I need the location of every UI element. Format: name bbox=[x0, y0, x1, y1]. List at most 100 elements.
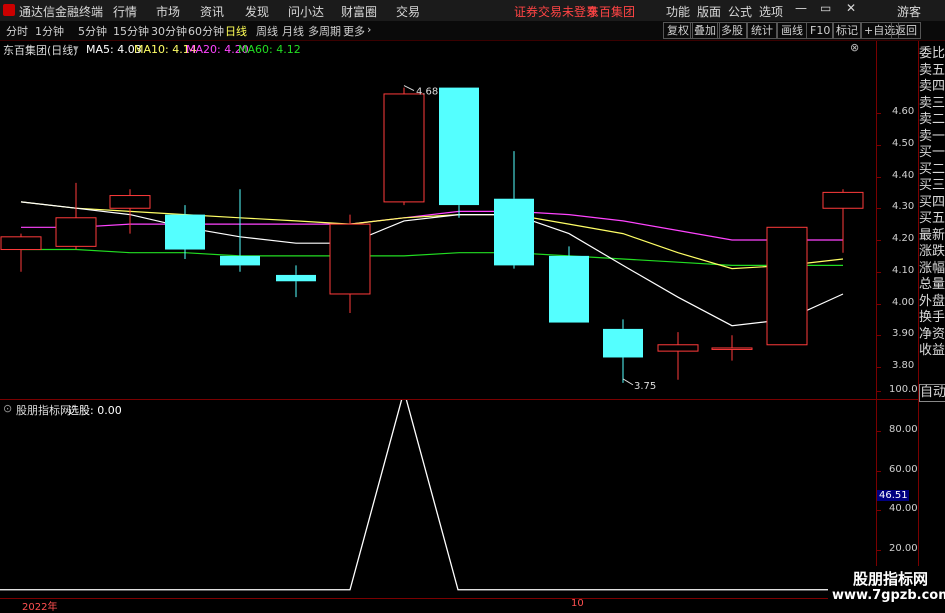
side-tab[interactable]: 卖五 bbox=[919, 63, 945, 79]
candle[interactable] bbox=[494, 151, 534, 269]
side-tab[interactable]: 委比 bbox=[919, 46, 945, 62]
back-button[interactable]: 返回 bbox=[891, 22, 921, 39]
huaxian-button[interactable]: 画线 bbox=[777, 22, 807, 39]
period-daily[interactable]: 日线 bbox=[225, 23, 247, 39]
login-notice[interactable]: 证券交易未登录 bbox=[514, 3, 598, 20]
indicator-tick-label: 20.00 bbox=[889, 543, 918, 554]
menu-jiaoyi[interactable]: 交易 bbox=[396, 3, 420, 20]
candle[interactable] bbox=[109, 189, 151, 234]
candle[interactable] bbox=[383, 87, 425, 206]
menu-shichang[interactable]: 市场 bbox=[156, 3, 180, 20]
menu-hangqing[interactable]: 行情 bbox=[113, 3, 137, 20]
period-multi[interactable]: 多周期 bbox=[308, 23, 341, 39]
candle[interactable] bbox=[766, 226, 808, 346]
more-chevron-icon[interactable]: › bbox=[367, 23, 371, 36]
candle[interactable] bbox=[220, 189, 260, 272]
candle[interactable] bbox=[276, 265, 316, 298]
side-tab[interactable]: 外盘 bbox=[919, 294, 945, 310]
high-marker bbox=[403, 85, 415, 92]
menu-zixun[interactable]: 资讯 bbox=[200, 3, 224, 20]
period-more[interactable]: 更多 bbox=[343, 23, 365, 39]
indicator-current-value: 46.51 bbox=[877, 490, 909, 502]
low-price-label: 3.75 bbox=[634, 381, 656, 392]
price-tick-label: 4.00 bbox=[892, 296, 915, 308]
period-5min[interactable]: 5分钟 bbox=[78, 23, 107, 39]
indicator-tick-label: 80.00 bbox=[889, 423, 918, 435]
price-tick-label: 3.90 bbox=[892, 328, 915, 340]
price-chart[interactable]: 4.68 3.75 bbox=[0, 41, 876, 399]
candle[interactable] bbox=[55, 182, 97, 250]
side-tab[interactable]: 买一 bbox=[919, 145, 945, 161]
fuquan-button[interactable]: 复权 bbox=[663, 22, 693, 39]
price-tick bbox=[877, 367, 881, 368]
side-tab[interactable]: 总量 bbox=[919, 277, 945, 293]
ma5-line bbox=[20, 201, 844, 327]
period-monthly[interactable]: 月线 bbox=[282, 23, 304, 39]
side-tab[interactable]: 净资 bbox=[919, 327, 945, 343]
minimize-icon[interactable]: — bbox=[795, 1, 807, 15]
candle[interactable] bbox=[329, 214, 371, 314]
period-15min[interactable]: 15分钟 bbox=[113, 23, 149, 39]
menu-banmian[interactable]: 版面 bbox=[697, 3, 721, 20]
candle[interactable] bbox=[0, 233, 42, 272]
price-axis: 4.60 4.50 4.40 4.30 4.20 4.10 4.00 3.90 3.80 bbox=[876, 41, 919, 399]
price-tick-label: 4.20 bbox=[892, 233, 915, 244]
candle[interactable] bbox=[439, 87, 479, 218]
side-tab[interactable]: 收益 bbox=[919, 343, 945, 359]
candle[interactable] bbox=[165, 205, 205, 260]
price-tick bbox=[877, 208, 881, 210]
side-tab[interactable]: 买四 bbox=[919, 195, 945, 211]
side-tab[interactable]: 卖一 bbox=[919, 129, 945, 145]
auto-button[interactable]: 自动 bbox=[919, 384, 945, 402]
quote-side-panel: 委比 卖五 卖四 卖三 卖二 卖一 买一 买二 买三 买四 买五 最新 涨跌 涨幅 总量 外盘 换手 净资 收益自动 bbox=[918, 41, 945, 609]
diejia-button[interactable]: 叠加 bbox=[690, 22, 720, 39]
indicator-chart[interactable] bbox=[0, 400, 876, 598]
app-logo-icon bbox=[3, 4, 15, 16]
side-tab[interactable]: 涨幅 bbox=[919, 261, 945, 277]
candle[interactable] bbox=[603, 319, 643, 383]
side-tab[interactable]: 卖二 bbox=[919, 112, 945, 128]
side-tab[interactable]: 买五 bbox=[919, 211, 945, 227]
period-1min[interactable]: 1分钟 bbox=[35, 23, 64, 39]
candle[interactable] bbox=[711, 335, 753, 361]
restore-icon[interactable]: ▭ bbox=[820, 1, 831, 15]
menu-xuanxiang[interactable]: 选项 bbox=[759, 3, 783, 20]
f10-button[interactable]: F10 bbox=[806, 22, 835, 39]
indicator-tick bbox=[877, 470, 881, 472]
price-tick bbox=[877, 335, 881, 337]
candle[interactable] bbox=[822, 189, 864, 253]
period-weekly[interactable]: 周线 bbox=[256, 23, 278, 39]
price-tick bbox=[877, 271, 881, 273]
price-tick bbox=[877, 303, 881, 305]
period-fenshi[interactable]: 分时 bbox=[6, 23, 28, 39]
biaoji-button[interactable]: 标记 bbox=[832, 22, 862, 39]
price-tick-label: 4.10 bbox=[892, 264, 915, 276]
side-tab[interactable]: 买二 bbox=[919, 162, 945, 178]
app-title: 通达信金融终端 bbox=[19, 5, 104, 19]
side-tab[interactable]: 换手 bbox=[919, 310, 945, 326]
side-tab[interactable]: 最新 bbox=[919, 228, 945, 244]
price-tick-label: 3.80 bbox=[892, 360, 915, 371]
watermark: 股朋指标网 www.7gpzb.com bbox=[828, 566, 945, 609]
tongji-button[interactable]: 统计 bbox=[747, 22, 777, 39]
candle-body bbox=[276, 274, 316, 282]
menu-caifuquan[interactable]: 财富圈 bbox=[341, 3, 377, 20]
period-30min[interactable]: 30分钟 bbox=[151, 23, 187, 39]
candle-body bbox=[165, 214, 205, 250]
title-bar: 通达信金融终端 行情 市场 资讯 发现 问小达 财富圈 交易 证券交易未登录 东… bbox=[0, 0, 945, 22]
menu-wenxiaoda[interactable]: 问小达 bbox=[288, 3, 324, 20]
price-tick-label: 4.60 bbox=[892, 106, 915, 117]
menu-gongshi[interactable]: 公式 bbox=[728, 3, 752, 20]
menu-faxian[interactable]: 发现 bbox=[245, 3, 269, 20]
candle[interactable] bbox=[657, 332, 699, 380]
candle[interactable] bbox=[549, 246, 589, 323]
period-60min[interactable]: 60分钟 bbox=[188, 23, 224, 39]
side-tab[interactable]: 卖四 bbox=[919, 79, 945, 95]
guest-label[interactable]: 游客 bbox=[897, 3, 921, 20]
close-icon[interactable]: ✕ bbox=[846, 1, 856, 15]
menu-gongneng[interactable]: 功能 bbox=[666, 3, 690, 20]
side-tab[interactable]: 买三 bbox=[919, 178, 945, 194]
side-tab[interactable]: 涨跌 bbox=[919, 244, 945, 260]
duogu-button[interactable]: 多股 bbox=[717, 22, 747, 39]
side-tab[interactable]: 卖三 bbox=[919, 96, 945, 112]
